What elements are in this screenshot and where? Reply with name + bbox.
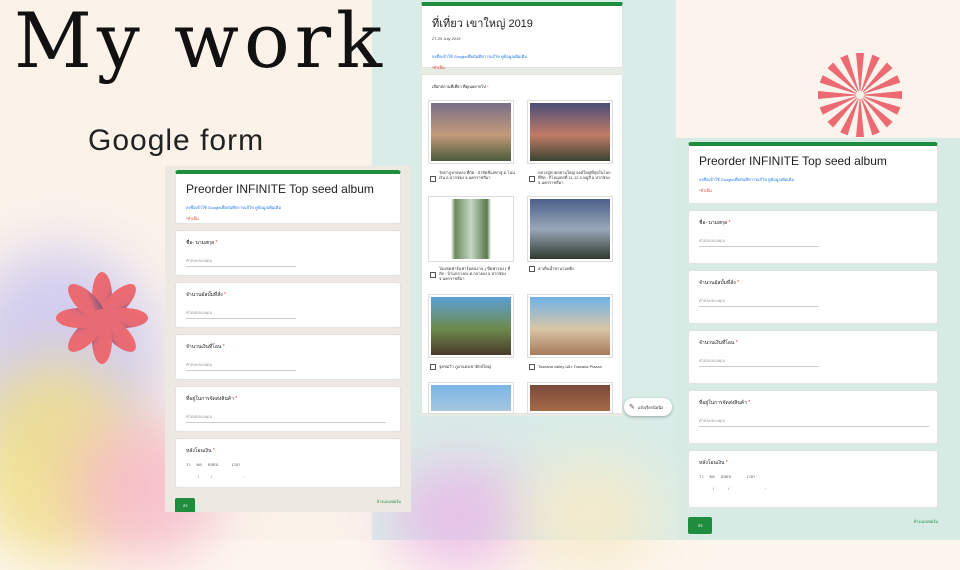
option-image <box>428 100 514 164</box>
headline: My work <box>14 0 388 85</box>
question-label: ชื่อ- นามสกุล * <box>186 240 218 246</box>
question-card: จำนวนเงินที่โอน * คำตอบของคุณ <box>175 334 401 380</box>
answer-input[interactable]: คำตอบของคุณ <box>699 357 819 367</box>
question-card: หลังโอนเงิน * วว ดด ปปปป เวลา / / : <box>175 438 401 488</box>
date-input[interactable]: / / : <box>699 486 927 491</box>
option-image <box>527 294 613 358</box>
option-checkbox[interactable] <box>430 364 436 370</box>
date-labels: วว ดด ปปปป เวลา <box>699 473 927 480</box>
subheading: Google form <box>88 124 265 157</box>
date-labels: วว ดด ปปปป เวลา <box>186 461 390 468</box>
option-checkbox[interactable] <box>430 176 436 182</box>
edit-fab[interactable]: ✎ แจ้งเรียกนิดนึง <box>624 398 672 416</box>
gradient-blob-pink-2 <box>390 460 530 570</box>
option-checkbox[interactable] <box>430 272 436 278</box>
date-separator: / <box>198 474 200 479</box>
question-card: ที่อยู่ในการจัดส่งสินค้า * คำตอบของคุณ <box>688 390 938 444</box>
time-separator: : <box>765 486 767 491</box>
required-note: *จำเป็น <box>432 65 445 70</box>
month-label: ดด <box>196 462 202 467</box>
form-title: Preorder INFINITE Top seed album <box>186 182 374 196</box>
question-card: จำนวนอัลบั้มที่สั่ง * คำตอบของคุณ <box>175 282 401 328</box>
answer-input[interactable]: คำตอบของคุณ <box>186 361 296 371</box>
option-image <box>428 196 514 262</box>
answer-input[interactable]: คำตอบของคุณ <box>699 237 819 247</box>
option-image <box>527 100 613 164</box>
question-label: ชื่อ- นามสกุล * <box>699 220 731 226</box>
question-label: จำนวนเงินที่โอน * <box>699 340 738 346</box>
form-title: Preorder INFINITE Top seed album <box>699 154 887 168</box>
question-label: ที่อยู่ในการจัดส่งสินค้า * <box>186 396 238 402</box>
flower-icon <box>56 272 148 364</box>
option-label: Toscana valley และ Toscana Piazza <box>538 364 602 369</box>
clear-form-link[interactable]: ล้างแบบฟอร์ม <box>377 498 401 505</box>
day-label: วว <box>186 462 191 467</box>
option-checkbox[interactable] <box>529 364 535 370</box>
date-separator: / <box>728 486 730 491</box>
option-image <box>527 382 613 414</box>
signin-note[interactable]: ลงชื่อเข้าใช้ Googleเพื่อบันทึกการแก้ไข … <box>186 204 390 211</box>
question-card: ชื่อ- นามสกุล * คำตอบของคุณ <box>688 210 938 264</box>
send-button[interactable]: ส่ง <box>175 498 196 512</box>
question-label: จำนวนอัลบั้มที่สั่ง * <box>699 280 740 286</box>
option-image <box>428 382 514 414</box>
question-label: หลังโอนเงิน * <box>186 448 215 454</box>
clear-form-link[interactable]: ล้างแบบฟอร์ม <box>914 518 938 525</box>
question-label: เลือกสถานที่เที่ยว ที่คุณอยากไป * <box>432 84 489 89</box>
option-checkbox[interactable] <box>529 266 535 272</box>
question-label: หลังโอนเงิน * <box>699 460 728 466</box>
signin-note[interactable]: ลงชื่อเข้าใช้ Googleเพื่อบันทึกการแก้ไข … <box>432 53 612 60</box>
time-label: เวลา <box>746 474 756 479</box>
pencil-icon: ✎ <box>629 404 635 411</box>
year-label: ปปปป <box>720 474 731 479</box>
day-label: วว <box>699 474 704 479</box>
year-label: ปปปป <box>207 462 218 467</box>
question-card: หลังโอนเงิน * วว ดด ปปปป เวลา / / : <box>688 450 938 508</box>
question-label: ที่อยู่ในการจัดส่งสินค้า * <box>699 400 751 406</box>
option-label: หลวงปู่ทวดสยามใหญ่ องค์ใหญ่ที่สุดในโลก ท… <box>538 170 611 185</box>
answer-input[interactable]: คำตอบของคุณ <box>186 257 296 267</box>
option-label: วัดป่าภูหายหลง ที่กัด : ป่ายัดชีแสทาสู่ … <box>439 170 515 180</box>
question-card: ที่อยู่ในการจัดส่งสินค้า * คำตอบของคุณ <box>175 386 401 432</box>
option-label: ฮาเท็นน้ำชานามพยิ่ง <box>538 266 574 271</box>
signin-note[interactable]: ลงชื่อเข้าใช้ Googleเพื่อบันทึกการแก้ไข … <box>699 176 927 183</box>
form-header: Preorder INFINITE Top seed album ลงชื่อเ… <box>688 142 938 204</box>
send-button[interactable]: ส่ง <box>688 517 713 534</box>
form-date: 27-29 July 2019 <box>432 36 461 41</box>
option-label: ไอแซคฟาร์มฟาร์มคนงาน ( ขืตฟารอง ) ที่กัด… <box>439 266 511 281</box>
question-card: ชื่อ- นามสกุล * คำตอบของคุณ <box>175 230 401 276</box>
edit-fab-label: แจ้งเรียกนิดนึง <box>637 404 664 410</box>
form-title: ที่เที่ยว เขาใหญ่ 2019 <box>432 18 533 30</box>
date-separator: / <box>211 474 213 479</box>
time-label: เวลา <box>231 462 241 467</box>
form-left: Preorder INFINITE Top seed album ลงชื่อเ… <box>165 166 411 512</box>
answer-input[interactable]: คำตอบของคุณ <box>186 413 386 423</box>
question-card: จำนวนเงินที่โอน * คำตอบของคุณ <box>688 330 938 384</box>
required-note: *จำเป็น <box>699 188 712 193</box>
question-card: จำนวนอัลบั้มที่สั่ง * คำตอบของคุณ <box>688 270 938 324</box>
date-input[interactable]: / / : <box>186 474 390 479</box>
option-image <box>428 294 514 358</box>
option-image <box>527 196 613 262</box>
pinwheel-icon <box>818 53 902 137</box>
form-header: Preorder INFINITE Top seed album ลงชื่อเ… <box>175 170 401 224</box>
option-label: จุดชมวิว ภูผาแดงเขายักษ์ใหญ่ <box>439 364 491 369</box>
answer-input[interactable]: คำตอบของคุณ <box>699 297 819 307</box>
required-note: *จำเป็น <box>186 216 199 221</box>
time-separator: : <box>244 474 246 479</box>
date-separator: / <box>713 486 715 491</box>
form-right: Preorder INFINITE Top seed album ลงชื่อเ… <box>678 138 948 540</box>
gradient-blob-cream <box>520 460 660 570</box>
answer-input[interactable]: คำตอบของคุณ <box>186 309 296 319</box>
question-label: จำนวนเงินที่โอน * <box>186 344 225 350</box>
question-label: จำนวนอัลบั้มที่สั่ง * <box>186 292 227 298</box>
month-label: ดด <box>709 474 715 479</box>
option-checkbox[interactable] <box>529 176 535 182</box>
form-header: ที่เที่ยว เขาใหญ่ 2019 27-29 July 2019 ล… <box>421 2 623 70</box>
answer-input[interactable]: คำตอบของคุณ <box>699 417 929 427</box>
